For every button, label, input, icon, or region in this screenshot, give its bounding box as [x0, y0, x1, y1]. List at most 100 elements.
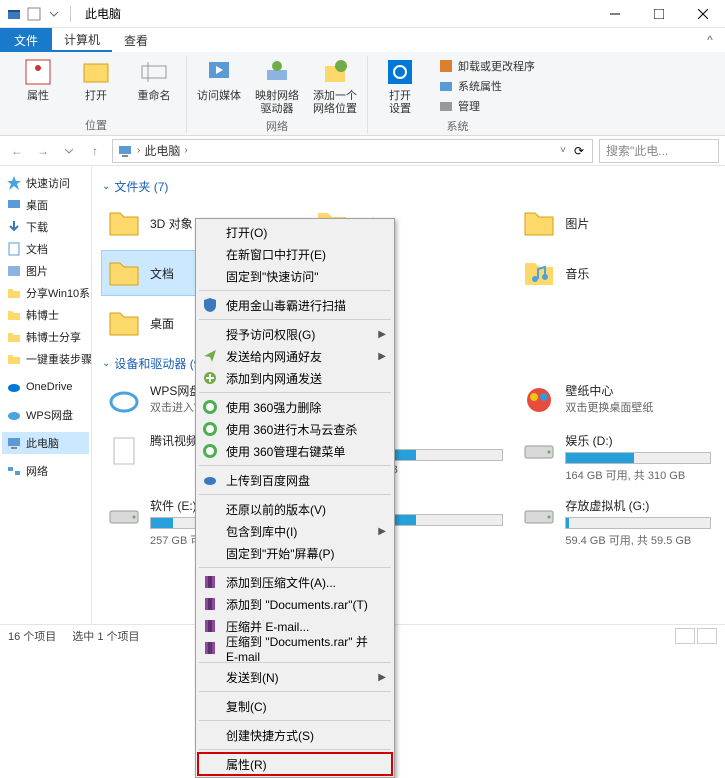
folder-item[interactable]: 图片	[517, 201, 715, 245]
drive-item[interactable]: 存放虚拟机 (G:)59.4 GB 可用, 共 59.5 GB	[517, 493, 715, 552]
manage-button[interactable]: 管理	[434, 97, 539, 115]
rename-button[interactable]: 重命名	[130, 56, 178, 115]
sidebar-item[interactable]: 分享Win10系	[2, 282, 89, 304]
context-menu-item[interactable]: 添加到内网通发送	[198, 367, 392, 389]
forward-button[interactable]: →	[32, 140, 54, 162]
maximize-button[interactable]	[637, 0, 681, 28]
search-input[interactable]: 搜索"此电...	[599, 139, 719, 163]
drive-usage-bar	[565, 452, 711, 464]
tab-computer[interactable]: 计算机	[52, 28, 112, 52]
drive-sublabel: 164 GB 可用, 共 310 GB	[565, 467, 711, 483]
context-menu-item[interactable]: 压缩到 "Documents.rar" 并 E-mail	[198, 637, 392, 659]
map-drive-button[interactable]: 映射网络 驱动器	[253, 56, 301, 116]
ribbon-collapse-icon[interactable]: ^	[695, 33, 725, 47]
context-menu-item[interactable]: 在新窗口中打开(E)	[198, 243, 392, 265]
context-menu-item[interactable]: 使用 360管理右键菜单	[198, 440, 392, 462]
sidebar-item-label: 下载	[26, 219, 48, 235]
folder-icon	[6, 329, 22, 345]
context-menu-label: 压缩到 "Documents.rar" 并 E-mail	[226, 633, 372, 664]
sidebar-item[interactable]: 桌面	[2, 194, 89, 216]
context-menu-item[interactable]: 固定到"开始"屏幕(P)	[198, 542, 392, 564]
context-menu-item[interactable]: 使用金山毒霸进行扫描	[198, 294, 392, 316]
drive-item[interactable]: 壁纸中心双击更换桌面壁纸	[517, 378, 715, 422]
folder-item[interactable]: 音乐	[517, 251, 715, 295]
context-menu-item[interactable]: 发送给内网通好友▶	[198, 345, 392, 367]
close-button[interactable]	[681, 0, 725, 28]
360-icon	[202, 399, 218, 415]
sidebar-item[interactable]: WPS网盘	[2, 404, 89, 426]
tiles-view-button[interactable]	[697, 628, 717, 644]
context-menu-item[interactable]: 使用 360进行木马云查杀	[198, 418, 392, 440]
system-properties-button[interactable]: 系统属性	[434, 77, 539, 95]
properties-button[interactable]: 属性	[14, 56, 62, 115]
context-menu-item[interactable]: 添加到 "Documents.rar"(T)	[198, 593, 392, 615]
context-menu-item[interactable]: 复制(C)	[198, 695, 392, 717]
sidebar-item[interactable]: OneDrive	[2, 376, 89, 398]
desktop-icon	[6, 197, 22, 213]
open-button[interactable]: 打开	[72, 56, 120, 115]
breadcrumb-segment[interactable]: 此电脑	[144, 142, 180, 159]
drive-item[interactable]: 娱乐 (D:) 164 GB 可用, 共 310 GB	[517, 428, 715, 487]
context-menu-item[interactable]: 包含到库中(I)▶	[198, 520, 392, 542]
context-menu-item[interactable]: 使用 360强力删除	[198, 396, 392, 418]
tab-view[interactable]: 查看	[112, 28, 160, 52]
up-button[interactable]: ↑	[84, 140, 106, 162]
360-icon	[202, 421, 218, 437]
context-menu-item[interactable]: 还原以前的版本(V)	[198, 498, 392, 520]
context-menu-item[interactable]: 上传到百度网盘	[198, 469, 392, 491]
add-network-location-button[interactable]: 添加一个 网络位置	[311, 56, 359, 116]
recent-locations-button[interactable]	[58, 140, 80, 162]
context-menu-item[interactable]: 打开(O)	[198, 221, 392, 243]
nav-pane: 快速访问桌面下载文档图片分享Win10系韩博士韩博士分享一键重装步骤 OneDri…	[0, 166, 92, 624]
uninstall-programs-button[interactable]: 卸载或更改程序	[434, 57, 539, 75]
submenu-arrow-icon: ▶	[378, 526, 386, 537]
back-button[interactable]: ←	[6, 140, 28, 162]
submenu-arrow-icon: ▶	[378, 351, 386, 362]
sidebar-item[interactable]: 韩博士	[2, 304, 89, 326]
details-view-button[interactable]	[675, 628, 695, 644]
context-menu-item[interactable]: 添加到压缩文件(A)...	[198, 571, 392, 593]
context-menu-label: 固定到"快速访问"	[226, 268, 319, 285]
address-dropdown-icon[interactable]: ˅	[560, 145, 566, 156]
app-icon	[6, 6, 22, 22]
sidebar-item-label: 分享Win10系	[26, 285, 90, 301]
sidebar-item-label: OneDrive	[26, 381, 72, 393]
folder-icon	[6, 351, 22, 367]
qat-item-icon[interactable]	[26, 6, 42, 22]
sidebar-item[interactable]: 图片	[2, 260, 89, 282]
sidebar-item-label: 此电脑	[26, 435, 59, 451]
sidebar-item-label: 图片	[26, 263, 48, 279]
context-menu-item[interactable]: 授予访问权限(G)▶	[198, 323, 392, 345]
sidebar-item[interactable]: 文档	[2, 238, 89, 260]
sidebar-item[interactable]: 一键重装步骤	[2, 348, 89, 370]
sidebar-item[interactable]: 网络	[2, 460, 89, 482]
sidebar-item[interactable]: 下载	[2, 216, 89, 238]
access-media-button[interactable]: 访问媒体	[195, 56, 243, 116]
context-menu-item[interactable]: 发送到(N)▶	[198, 666, 392, 688]
wps-icon	[6, 407, 22, 423]
folder-label: 桌面	[150, 315, 174, 332]
minimize-button[interactable]	[593, 0, 637, 28]
qat-dropdown-icon[interactable]	[46, 6, 62, 22]
drive-label: 娱乐 (D:)	[565, 432, 711, 449]
file-tab[interactable]: 文件	[0, 28, 52, 52]
drive-label: 壁纸中心	[565, 382, 711, 399]
refresh-icon[interactable]: ⟳	[570, 144, 588, 158]
context-menu: 打开(O)在新窗口中打开(E) 固定到"快速访问" 使用金山毒霸进行扫描授予访问权限…	[195, 218, 395, 778]
open-settings-button[interactable]: 打开 设置	[376, 56, 424, 116]
content-pane: ⌄ 文件夹 (7) 3D 对象视频图片文档音乐桌面 ⌄ 设备和驱动器 (9) W…	[92, 166, 725, 624]
rar-icon	[202, 596, 218, 612]
sidebar-item-label: WPS网盘	[26, 407, 73, 423]
context-menu-item[interactable]: 属性(R)	[198, 753, 392, 775]
section-header-drives[interactable]: ⌄ 设备和驱动器 (9)	[102, 355, 715, 372]
context-menu-label: 还原以前的版本(V)	[226, 501, 326, 518]
chevron-down-icon: ⌄	[102, 358, 110, 369]
folder-label: 音乐	[565, 265, 589, 282]
sidebar-item[interactable]: 快速访问	[2, 172, 89, 194]
sidebar-item[interactable]: 此电脑	[2, 432, 89, 454]
context-menu-item[interactable]: 固定到"快速访问"	[198, 265, 392, 287]
context-menu-item[interactable]: 创建快捷方式(S)	[198, 724, 392, 746]
sidebar-item[interactable]: 韩博士分享	[2, 326, 89, 348]
section-header-folders[interactable]: ⌄ 文件夹 (7)	[102, 178, 715, 195]
address-bar[interactable]: › 此电脑 › ˅ ⟳	[112, 139, 593, 163]
